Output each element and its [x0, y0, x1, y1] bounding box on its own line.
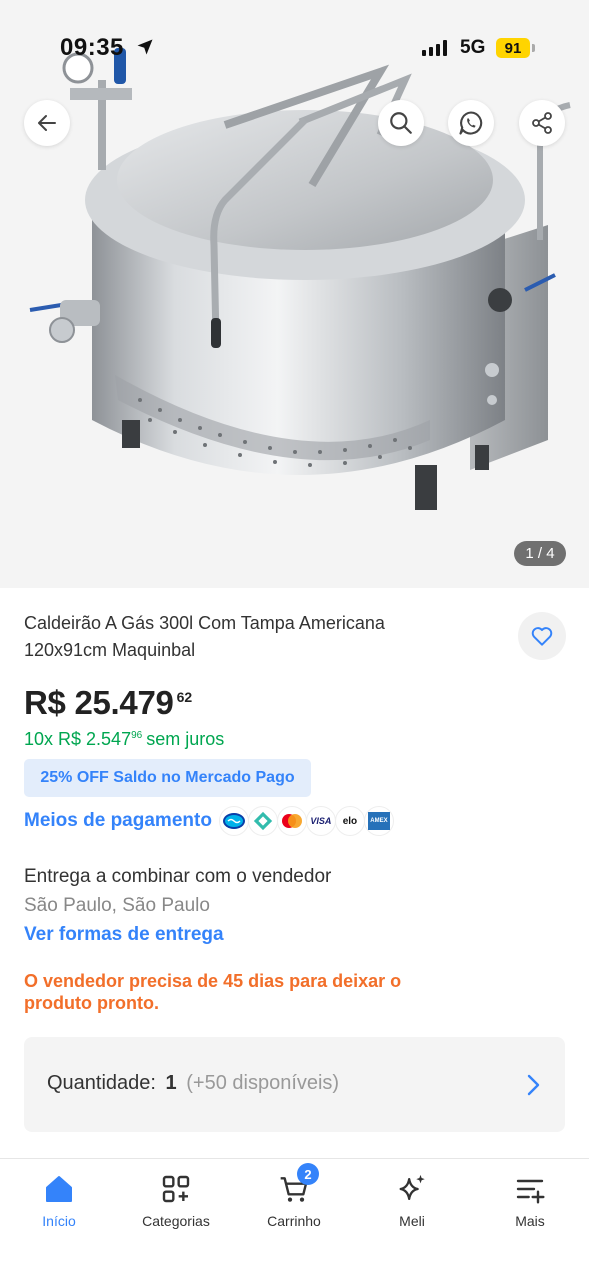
nav-label-categories: Categorias — [142, 1213, 210, 1229]
network-type: 5G — [460, 37, 486, 58]
share-button[interactable] — [519, 100, 565, 146]
price: R$ 25.479 62 — [24, 684, 192, 722]
price-main: R$ 25.479 — [24, 684, 174, 721]
nav-label-more: Mais — [515, 1213, 545, 1229]
chevron-right-icon — [527, 1074, 540, 1096]
quantity-selector[interactable]: Quantidade: 1 (+50 disponíveis) — [24, 1037, 565, 1132]
visa-text: VISA — [310, 816, 332, 826]
product-title: Caldeirão A Gás 300l Com Tampa Americana… — [24, 613, 385, 660]
whatsapp-share-button[interactable] — [448, 100, 494, 146]
share-icon — [532, 112, 552, 134]
battery-level: 91 — [496, 38, 530, 58]
nav-item-home[interactable]: Início — [0, 1159, 118, 1239]
back-arrow-icon — [38, 115, 56, 131]
image-counter: 1 / 4 — [514, 541, 566, 566]
signal-icon — [422, 40, 447, 56]
heart-icon — [531, 627, 553, 646]
installments-cents: 96 — [131, 730, 143, 741]
back-button[interactable] — [24, 100, 70, 146]
installments-suffix: sem juros — [146, 729, 225, 749]
mercado-pago-icon — [218, 806, 249, 836]
sparkle-icon — [399, 1174, 425, 1201]
pix-icon — [247, 806, 278, 836]
nav-item-cart[interactable]: 2 Carrinho — [235, 1159, 353, 1239]
categories-icon — [162, 1175, 190, 1203]
cart-badge: 2 — [297, 1163, 319, 1185]
quantity-label-row: Quantidade: 1 (+50 disponíveis) — [47, 1072, 339, 1095]
nav-item-meli[interactable]: Meli — [353, 1159, 471, 1239]
location-arrow-icon — [137, 39, 153, 55]
mastercard-icon — [276, 806, 307, 836]
nav-item-more[interactable]: Mais — [471, 1159, 589, 1239]
elo-icon: elo — [334, 806, 365, 836]
amex-icon: AMEX — [363, 806, 394, 836]
nav-label-home: Início — [42, 1213, 76, 1229]
elo-text: elo — [342, 815, 358, 827]
quantity-available: (+50 disponíveis) — [186, 1072, 340, 1094]
nav-label-meli: Meli — [399, 1213, 425, 1229]
search-icon — [390, 112, 412, 134]
installments-amount: 10x R$ 2.547 — [24, 729, 132, 749]
favorite-button[interactable] — [518, 612, 566, 660]
preparation-notice: O vendedor precisa de 45 dias para deixa… — [24, 971, 402, 1013]
whatsapp-icon — [459, 111, 483, 135]
quantity-value: 1 — [165, 1072, 177, 1094]
payment-methods-row[interactable]: Meios de pagamento VISA elo AMEX — [24, 806, 394, 836]
discount-badge: 25% OFF Saldo no Mercado Pago — [24, 759, 311, 797]
delivery-location: São Paulo, São Paulo — [24, 895, 210, 916]
installments: 10x R$ 2.547 96 sem juros — [24, 729, 224, 750]
battery-icon: 91 — [496, 37, 536, 59]
delivery-title: Entrega a combinar com o vendedor — [24, 866, 332, 887]
amex-text: AMEX — [367, 812, 390, 830]
nav-label-cart: Carrinho — [267, 1213, 321, 1229]
shipping-options-link[interactable]: Ver formas de entrega — [24, 924, 224, 946]
search-button[interactable] — [378, 100, 424, 146]
visa-icon: VISA — [305, 806, 336, 836]
price-cents: 62 — [176, 689, 193, 705]
home-icon — [46, 1176, 72, 1202]
status-time: 09:35 — [60, 34, 124, 61]
payment-methods-link[interactable]: Meios de pagamento — [24, 810, 212, 832]
status-bar: 09:35 5G 91 — [0, 0, 589, 96]
nav-item-categories[interactable]: Categorias — [117, 1159, 235, 1239]
quantity-label: Quantidade: — [47, 1072, 156, 1094]
bottom-navigation: Início Categorias 2 Carrinho Meli Mais — [0, 1158, 589, 1280]
menu-plus-icon — [516, 1179, 545, 1204]
